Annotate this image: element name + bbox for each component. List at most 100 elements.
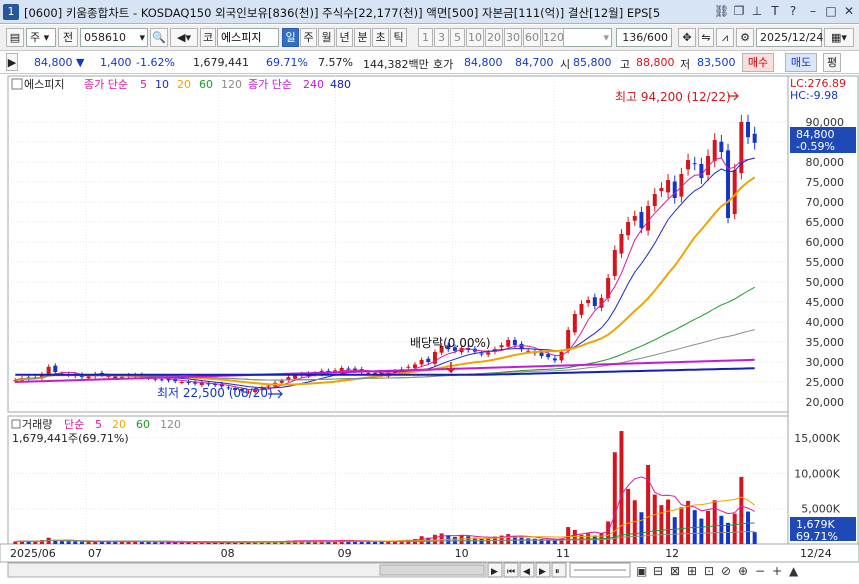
candle-body [279,380,284,383]
candle-body [366,372,371,374]
candle-body [419,360,424,365]
candle-body [546,354,551,358]
bar-count-input[interactable]: 136/600 [616,28,672,47]
chart-area[interactable]: 90,00085,00080,00075,00070,00065,00060,0… [0,74,859,584]
type-select-value: 주 [30,31,41,44]
help-icon[interactable]: ? [786,4,800,18]
scale-icon[interactable]: ⇋ [698,28,714,47]
candle-body [746,122,751,138]
period-button-1[interactable]: 주 [300,28,317,47]
interval-button-20[interactable]: 20 [485,28,503,47]
search-icon[interactable]: 🔍 [150,28,168,47]
prev-button[interactable]: 전 [58,28,78,47]
period-button-6[interactable]: 틱 [390,28,407,47]
candle-body [626,222,631,236]
toolbar-bottom-icon: ⊞ [687,564,697,578]
price-tick-label: 25,000 [806,376,845,389]
candle-body [286,377,291,380]
interval-button-5[interactable]: 5 [450,28,465,47]
price-tick-label: 30,000 [806,356,845,369]
toolbar-bottom-icon: ⊕ [738,564,748,578]
candle-body [592,297,597,306]
type-select[interactable]: 주 ▾ [26,28,56,47]
interval-button-1[interactable]: 1 [418,28,433,47]
interval-button-60[interactable]: 60 [523,28,541,47]
period-button-3[interactable]: 년 [336,28,353,47]
window-title: [0600] 키움종합차트 - KOSDAQ150 외국인보유[836(천)] … [24,6,661,20]
x-tick-label: 10 [455,547,469,560]
x-tick-label: 2025/06 [10,547,56,560]
volume-bar [752,532,757,544]
volume-bar [712,500,717,544]
period-button-5[interactable]: 초 [372,28,389,47]
x-tick-label: 12/24 [800,547,832,560]
volume-bar [439,533,444,544]
volume-bar [33,541,38,544]
market-button[interactable]: 코 [200,28,216,47]
restore-icon[interactable]: ❐ [732,4,746,18]
font-icon[interactable]: T [768,4,782,18]
interval-button-30[interactable]: 30 [504,28,522,47]
period-button-4[interactable]: 분 [354,28,371,47]
chart-list-icon[interactable]: ▤ [6,28,24,47]
candle-body [586,300,591,304]
expand-icon[interactable]: ▶ [6,53,18,71]
volume-bar [706,510,711,544]
candle-body [186,382,191,383]
settings-icon[interactable]: ⚙ [736,28,754,47]
price-tag-pct: -0.59% [796,140,835,153]
candle-body [579,304,584,315]
chart-type-icon[interactable]: ⩘ [716,28,734,47]
pin-icon[interactable]: ⊥ [750,4,764,18]
toolbar: ▤ 주 ▾ 전 058610 ▾ 🔍 ◀▾ 코 에스피지 ▾ 136/600 ✥ … [0,25,859,51]
price-legend-ma-period: 240 [303,78,324,91]
candle-body [652,194,657,206]
volume-bar [66,541,71,544]
price-legend-name: 에스피지 [24,78,64,91]
interval-button-120[interactable]: 120 [542,28,564,47]
candle-body [632,216,637,221]
volume-bar [726,522,731,544]
low-price: 83,500 [697,56,736,69]
bar-count-value: 136 [622,31,644,44]
sound-icon[interactable]: ◀▾ [170,28,198,47]
candle-body [406,366,411,368]
dividend-annotation: 배당락(0.00%) [410,336,491,350]
stock-chart[interactable]: 90,00085,00080,00075,00070,00065,00060,0… [0,74,859,584]
bar-count-total: /600 [643,31,668,44]
x-tick-label: 07 [88,547,102,560]
volume-bar [566,527,571,544]
period-button-0[interactable]: 일 [282,28,299,47]
maximize-icon[interactable]: □ [824,4,838,18]
volume-bar [652,494,657,544]
date-input[interactable]: 2025/12/24 [756,28,823,47]
toolbar-bottom-icon: ⊘ [721,564,731,578]
crosshair-icon[interactable]: ✥ [678,28,696,47]
buy-button[interactable]: 매수 [742,53,774,72]
calendar-icon[interactable]: ▦▾ [824,28,854,47]
close-icon[interactable]: ✕ [842,4,856,18]
volume-bar [659,505,664,544]
volume-tick-label: 15,000K [794,432,840,445]
volume-bar [526,538,531,544]
volume-bar [79,541,84,544]
price-tick-label: 50,000 [806,276,845,289]
volume-bar [519,537,524,544]
interval-button-3[interactable]: 3 [434,28,449,47]
candle-body [572,314,577,333]
evaluation-button[interactable]: 평 [823,53,841,72]
candle-body [159,379,164,381]
price-tick-label: 80,000 [806,156,845,169]
sell-button[interactable]: 매도 [785,53,817,72]
stock-code-input[interactable]: 058610 ▾ [80,28,148,47]
candle-body [346,368,351,370]
interval-button-10[interactable]: 10 [466,28,484,47]
price-tick-label: 70,000 [806,196,845,209]
link-icon[interactable]: ⛓ [714,4,729,18]
stock-name-field[interactable]: 에스피지 [217,28,279,47]
minimize-icon[interactable]: – [806,4,820,18]
nav-button-icon: ▶ [539,567,546,577]
period-button-2[interactable]: 월 [318,28,335,47]
volume-bar [739,476,744,544]
low-annotation: 최저 22,500 (08/20) [157,386,273,400]
